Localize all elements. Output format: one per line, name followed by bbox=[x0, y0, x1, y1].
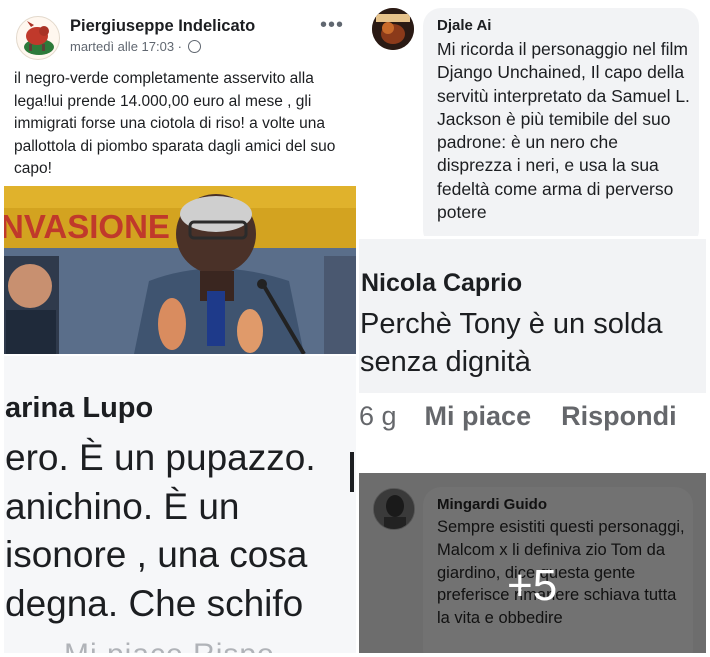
comment-time[interactable]: 6 g bbox=[359, 401, 397, 431]
comment-line-2: anichino. È un bbox=[5, 485, 240, 527]
commenter-avatar[interactable] bbox=[372, 8, 414, 50]
comment-line-4: degna. Che schifo bbox=[5, 582, 304, 624]
post-author-avatar[interactable] bbox=[16, 16, 60, 60]
comment-line-2: senza dignità bbox=[360, 346, 531, 378]
commenter-avatar[interactable] bbox=[373, 488, 415, 530]
more-options-icon[interactable]: ••• bbox=[320, 14, 344, 37]
comment-actions-cropped[interactable]: Mi piace Rispo bbox=[64, 638, 275, 653]
comment-line-3: isonore , una cosa bbox=[5, 534, 308, 575]
comment-text: Mi ricorda il personaggio nel film Djang… bbox=[437, 39, 690, 223]
commenter-name[interactable]: arina Lupo bbox=[5, 392, 153, 425]
comment-panel-nicola: Nicola Caprio Perchè Tony è un solda sen… bbox=[359, 239, 706, 470]
comment-text: Perchè Tony è un solda senza dignità bbox=[360, 305, 663, 381]
post-timestamp-text[interactable]: martedì alle 17:03 · bbox=[70, 39, 182, 54]
globe-icon bbox=[187, 40, 201, 53]
comment-line-1: Perchè Tony è un solda bbox=[360, 308, 663, 340]
more-photos-count[interactable]: +5 bbox=[507, 561, 557, 611]
commenter-name[interactable]: Nicola Caprio bbox=[361, 269, 522, 298]
comment-actions: 6 g Mi piace Rispondi bbox=[359, 401, 706, 432]
cropped-text-edge bbox=[350, 452, 354, 492]
comment-text: Sempre esistiti questi personaggi, Malco… bbox=[437, 518, 685, 628]
comment-panel-lupo: arina Lupo ero. È un pupazzo. anichino. … bbox=[4, 356, 356, 653]
post-card: Piergiuseppe Indelicato martedì alle 17:… bbox=[4, 4, 356, 354]
post-photo[interactable]: NVASIONE NVA bbox=[4, 186, 356, 354]
reply-button[interactable]: Rispondi bbox=[561, 401, 677, 431]
like-button[interactable]: Mi piace bbox=[425, 401, 532, 431]
comment-line-1: ero. È un pupazzo. bbox=[5, 437, 316, 478]
post-author-name[interactable]: Piergiuseppe Indelicato bbox=[70, 17, 255, 36]
comment-text: ero. È un pupazzo. anichino. È un isonor… bbox=[5, 434, 316, 628]
post-text: il negro-verde completamente asservito a… bbox=[14, 70, 336, 177]
comment-panel-guido[interactable]: Mingardi Guido Sempre esistiti questi pe… bbox=[359, 473, 706, 653]
commenter-name[interactable]: Djale Ai bbox=[437, 17, 491, 34]
post-timestamp[interactable]: martedì alle 17:03 · bbox=[70, 39, 201, 54]
comment-panel-djale: Djale Ai Mi ricorda il personaggio nel f… bbox=[359, 4, 706, 236]
commenter-name[interactable]: Mingardi Guido bbox=[437, 496, 547, 513]
